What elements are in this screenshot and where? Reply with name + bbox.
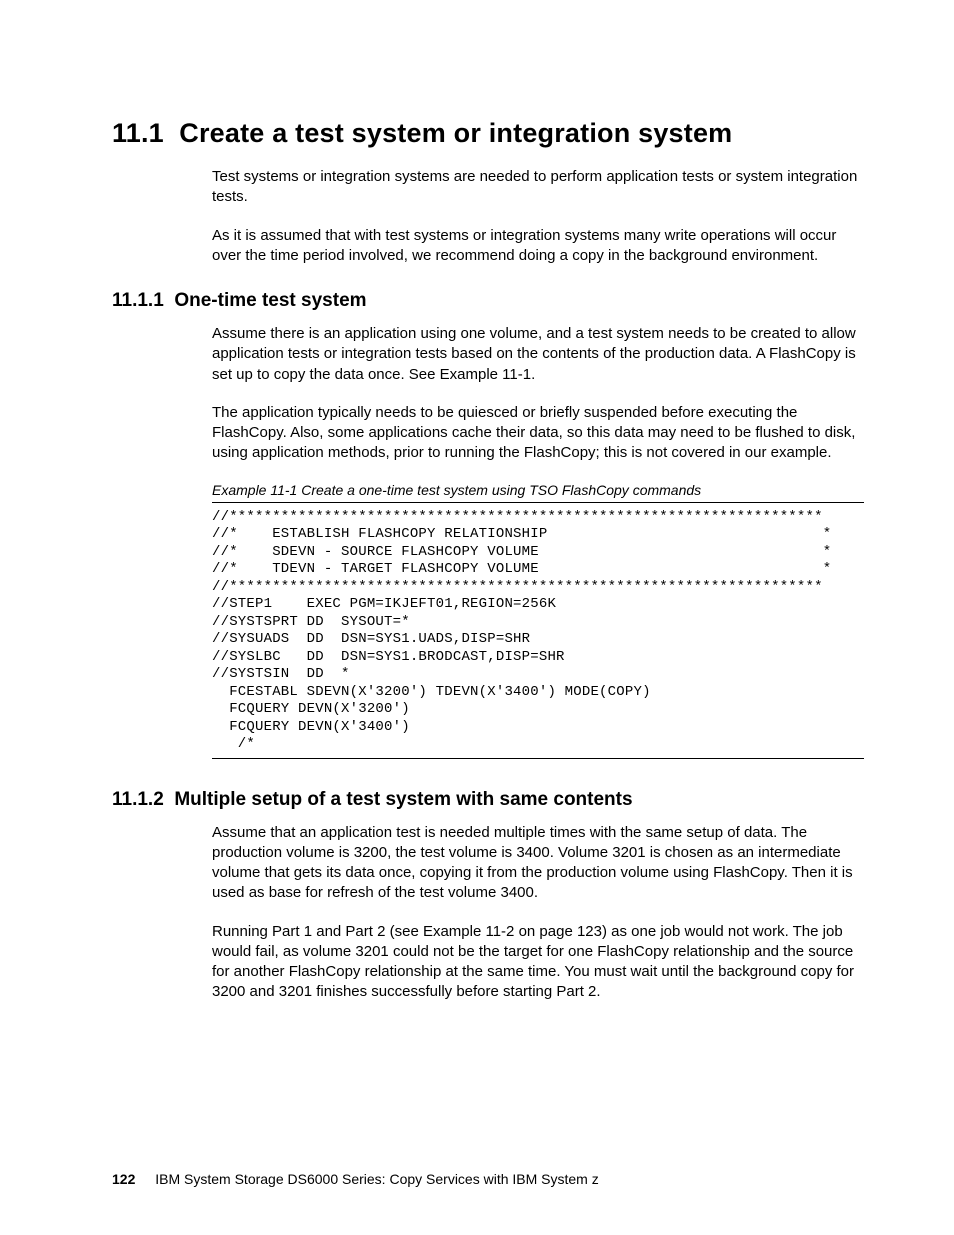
subsection-2-paragraph-2: Running Part 1 and Part 2 (see Example 1… <box>212 922 864 1003</box>
subsection-1-paragraph-1: Assume there is an application using one… <box>212 324 864 385</box>
subsection-2-paragraph-1: Assume that an application test is neede… <box>212 823 864 904</box>
section-number: 11.1 <box>112 118 164 148</box>
section-title: Create a test system or integration syst… <box>179 118 732 148</box>
example-caption: Example 11-1 Create a one-time test syst… <box>212 482 864 498</box>
subsection-2-body: Assume that an application test is neede… <box>212 823 864 1003</box>
subsection-1-body: Assume there is an application using one… <box>212 324 864 759</box>
subsection-number-2: 11.1.2 <box>112 789 164 810</box>
subsection-number-1: 11.1.1 <box>112 290 164 311</box>
page-number: 122 <box>112 1171 135 1187</box>
section-intro-block: Test systems or integration systems are … <box>212 167 864 266</box>
subsection-heading-2: 11.1.2 Multiple setup of a test system w… <box>112 789 864 811</box>
subsection-heading-1: 11.1.1 One-time test system <box>112 290 864 312</box>
code-rule-bottom <box>212 758 864 759</box>
code-listing: //**************************************… <box>212 509 864 754</box>
code-rule-top <box>212 502 864 503</box>
footer-doc-title: IBM System Storage DS6000 Series: Copy S… <box>155 1171 599 1187</box>
section-intro-paragraph-1: Test systems or integration systems are … <box>212 167 864 208</box>
subsection-title-1: One-time test system <box>174 290 366 311</box>
section-heading: 11.1 Create a test system or integration… <box>112 118 864 149</box>
subsection-title-2: Multiple setup of a test system with sam… <box>174 789 632 810</box>
subsection-1-paragraph-2: The application typically needs to be qu… <box>212 403 864 464</box>
section-intro-paragraph-2: As it is assumed that with test systems … <box>212 226 864 267</box>
document-page: 11.1 Create a test system or integration… <box>0 0 954 1235</box>
page-footer: 122 IBM System Storage DS6000 Series: Co… <box>112 1171 599 1187</box>
